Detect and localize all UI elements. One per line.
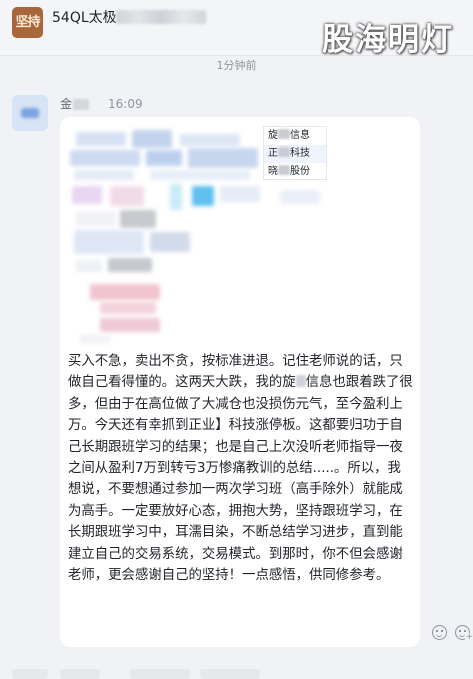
next-message-preview <box>0 666 473 679</box>
stock-row: 正 科技 <box>264 145 326 163</box>
stock-name-blur <box>278 147 290 157</box>
stock-name-blur <box>278 165 290 175</box>
stock-name-suffix: 信息 <box>290 130 310 141</box>
sender-avatar[interactable] <box>12 95 48 131</box>
emoji-mouth <box>459 633 465 637</box>
stock-name-prefix: 正 <box>268 148 278 159</box>
sender-avatar-blur <box>21 108 39 118</box>
sender-time: 16:09 <box>108 97 143 111</box>
stock-name-prefix: 晓 <box>268 166 278 177</box>
emoji-eyes <box>436 630 443 632</box>
add-reaction-icon[interactable]: + <box>455 625 473 642</box>
redacted-name-blur <box>73 99 89 110</box>
reaction-bar: + <box>430 625 473 643</box>
next-name-placeholder <box>200 669 260 679</box>
plus-icon: + <box>465 632 473 642</box>
redacted-stock-blur <box>295 375 306 388</box>
sender-name: 金 <box>60 97 73 111</box>
message-timestamp: 1分钟前 <box>216 59 257 72</box>
group-avatar-glyph: 坚持 <box>15 15 40 30</box>
chat-window: 坚持 54QL太极 股海明灯 1分钟前 金 16:09 旋 信息 正 科技 晓 … <box>0 0 473 679</box>
message-text: 买入不急，卖出不贪，按标准进退。记住老师说的话，只做自己看得懂的。这两天大跌，我… <box>68 351 414 586</box>
stock-name-prefix: 旋 <box>268 130 278 141</box>
next-name-placeholder <box>130 669 190 679</box>
stock-row: 旋 信息 <box>264 127 326 145</box>
next-name-placeholder <box>60 669 100 679</box>
stock-list: 旋 信息 正 科技 晓 股份 <box>263 126 327 180</box>
stock-name-suffix: 股份 <box>290 166 310 177</box>
watermark: 股海明灯 <box>322 22 454 58</box>
next-avatar-placeholder <box>12 669 48 679</box>
message-text-part-2: 信息也跟着跌了很多，但由于在高位做了大减仓也没损伤元气，至今盈利上万。今天还有幸… <box>68 375 413 584</box>
stock-name-blur <box>278 129 290 139</box>
redacted-title-blur <box>116 10 206 24</box>
group-avatar[interactable]: 坚持 <box>12 7 43 38</box>
chat-header: 坚持 54QL太极 股海明灯 <box>0 0 473 58</box>
stock-name-suffix: 科技 <box>290 148 310 159</box>
emoji-mouth <box>436 633 442 637</box>
group-title[interactable]: 54QL太极 <box>52 8 117 28</box>
emoji-reaction-icon[interactable] <box>432 625 447 640</box>
stock-row: 晓 股份 <box>264 163 326 181</box>
